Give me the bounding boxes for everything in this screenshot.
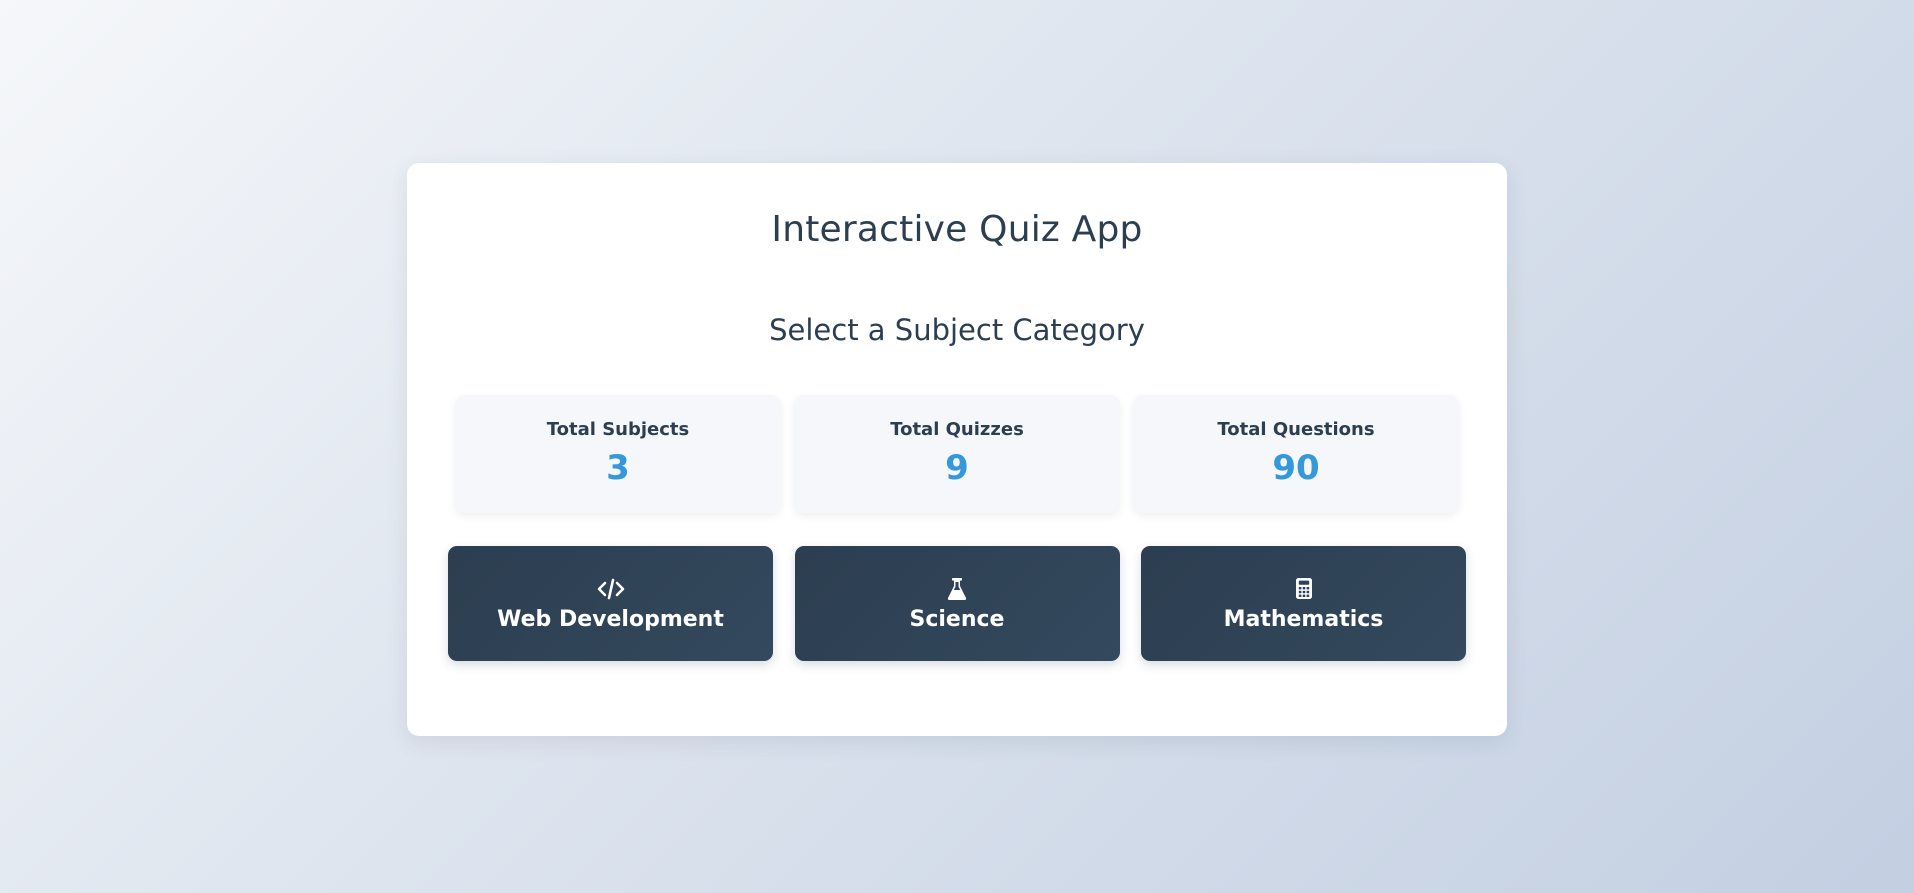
subject-buttons: Web Development Science Mathematics — [448, 546, 1466, 661]
flask-icon — [942, 576, 972, 602]
subject-label: Mathematics — [1223, 606, 1384, 632]
stat-value: 9 — [945, 448, 969, 488]
quiz-home-card: Interactive Quiz App Select a Subject Ca… — [407, 163, 1507, 736]
stat-label: Total Quizzes — [890, 419, 1024, 440]
stat-label: Total Subjects — [546, 419, 690, 440]
subject-button-web-development[interactable]: Web Development — [448, 546, 773, 661]
app-title: Interactive Quiz App — [771, 209, 1143, 250]
code-icon — [596, 576, 626, 602]
subject-button-science[interactable]: Science — [794, 546, 1120, 661]
stat-value: 3 — [606, 448, 630, 488]
stat-card-subjects: Total Subjects 3 — [455, 395, 781, 513]
stats-row: Total Subjects 3 Total Quizzes 9 Total Q… — [455, 395, 1459, 513]
subject-button-mathematics[interactable]: Mathematics — [1141, 546, 1466, 661]
stat-card-quizzes: Total Quizzes 9 — [794, 395, 1120, 513]
stat-card-questions: Total Questions 90 — [1133, 395, 1459, 513]
subject-label: Science — [909, 606, 1005, 632]
subject-label: Web Development — [497, 606, 724, 632]
stat-label: Total Questions — [1217, 419, 1375, 440]
subject-selection-heading: Select a Subject Category — [769, 313, 1145, 347]
calculator-icon — [1289, 576, 1319, 602]
stat-value: 90 — [1272, 448, 1320, 488]
